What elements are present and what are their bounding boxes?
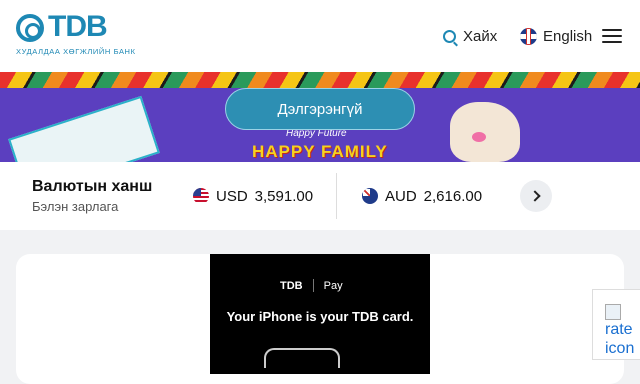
tdb-logo[interactable]: TDB ХУДАЛДАА ХӨГЖЛИЙН БАНК (16, 10, 135, 58)
banner-art-stripe (0, 72, 640, 88)
rates-subtitle: Бэлэн зарлага (32, 199, 119, 214)
rates-title: Валютын ханш (32, 178, 153, 195)
currency-aud[interactable]: AUD 2,616.00 (362, 186, 482, 206)
apple-pay-ad[interactable]: TDB Pay Your iPhone is your TDB card. (210, 254, 430, 374)
uk-flag-icon (520, 27, 537, 45)
banner-art-dog (450, 102, 520, 162)
currency-value: 2,616.00 (423, 187, 483, 205)
currency-usd[interactable]: USD 3,591.00 (193, 186, 313, 206)
phone-illustration-icon (264, 348, 340, 368)
ad-brand-row: TDB Pay (280, 279, 343, 292)
australia-flag-icon (362, 188, 378, 204)
chevron-right-icon (528, 190, 541, 202)
language-switcher[interactable]: English (520, 26, 592, 46)
details-button[interactable]: Дэлгэрэнгүй (225, 88, 415, 130)
banner-art-paper (8, 95, 160, 162)
search-label: Хайх (463, 27, 498, 45)
logo-text: TDB (48, 10, 108, 43)
next-rates-button[interactable] (520, 180, 552, 212)
exchange-rates-bar: Валютын ханш Бэлэн зарлага USD 3,591.00 … (0, 162, 640, 230)
broken-image-icon (605, 304, 621, 320)
language-label: English (543, 27, 593, 45)
hamburger-menu-icon[interactable] (602, 28, 622, 44)
us-flag-icon (193, 188, 209, 204)
rate-icon-alt-text: rate icon (605, 321, 635, 357)
search-icon (443, 29, 456, 43)
rate-widget[interactable]: rate icon (592, 289, 640, 360)
ad-headline: Your iPhone is your TDB card. (226, 309, 414, 324)
apple-pay-label: Pay (323, 279, 343, 292)
currency-code: AUD (385, 187, 417, 205)
search-button[interactable]: Хайх (443, 26, 497, 46)
currency-value: 3,591.00 (254, 187, 314, 205)
logo-subtitle: ХУДАЛДАА ХӨГЖЛИЙН БАНК (16, 47, 136, 56)
logo-mark-icon (16, 14, 44, 42)
promo-banner[interactable]: Happy Future HAPPY FAMILY Дэлгэрэнгүй (0, 72, 640, 162)
site-header: TDB ХУДАЛДАА ХӨГЖЛИЙН БАНК Хайх English (0, 0, 640, 72)
banner-title: HAPPY FAMILY (252, 142, 388, 161)
currency-code: USD (216, 187, 248, 205)
ad-separator (312, 279, 314, 292)
ad-brand: TDB (280, 279, 303, 292)
divider (336, 173, 337, 219)
